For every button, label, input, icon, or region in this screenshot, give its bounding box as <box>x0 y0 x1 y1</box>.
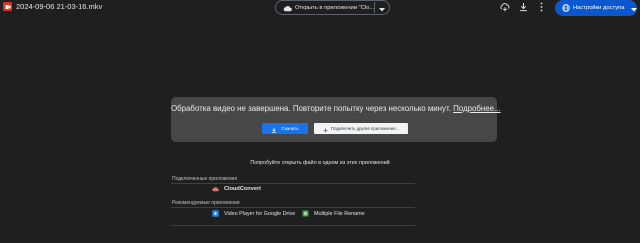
cloudconvert-icon <box>212 185 219 192</box>
app-name: CloudConvert <box>224 185 261 192</box>
connect-apps-button[interactable]: Подключить другие приложения... <box>314 123 408 134</box>
app-multiple-file-rename[interactable]: Multiple File Rename <box>302 210 365 217</box>
share-settings-button[interactable]: Настройки доступа <box>555 0 637 16</box>
app-name: Video Player for Google Drive <box>224 210 296 217</box>
video-file-icon <box>3 2 12 11</box>
download-icon <box>519 0 528 17</box>
app-name: Multiple File Rename <box>314 210 365 217</box>
multiple-file-rename-icon <box>302 210 309 217</box>
more-vert-icon <box>540 0 543 17</box>
file-title: 2024-09-06 21-03-16.mkv <box>3 2 102 11</box>
top-bar: 2024-09-06 21-03-16.mkv Открыть в прилож… <box>0 0 640 18</box>
open-with-button[interactable]: Открыть в приложении "Clo... <box>275 0 390 15</box>
plus-icon <box>323 120 328 138</box>
open-with-dropdown[interactable] <box>375 1 389 14</box>
connected-apps-label: Подключенные приложения <box>172 176 238 182</box>
app-cloudconvert[interactable]: CloudConvert <box>212 185 261 192</box>
open-with-main[interactable]: Открыть в приложении "Clo... <box>276 1 374 14</box>
divider <box>171 207 415 208</box>
download-icon <box>271 120 277 138</box>
error-message: Обработка видео не завершена. Повторите … <box>171 104 501 113</box>
chevron-down-icon <box>379 0 386 17</box>
chevron-down-icon <box>630 0 637 17</box>
globe-icon <box>562 0 570 17</box>
recommended-apps-label: Рекомендуемые приложения <box>172 200 240 206</box>
divider <box>171 183 415 184</box>
file-name: 2024-09-06 21-03-16.mkv <box>16 2 103 11</box>
try-open-heading: Попробуйте открыть файл в одном из этих … <box>250 160 390 166</box>
connect-apps-label: Подключить другие приложения... <box>330 126 399 131</box>
video-player-icon <box>212 210 219 217</box>
download-button[interactable] <box>518 3 528 13</box>
download-label: Скачать <box>281 126 299 131</box>
open-with-label: Открыть в приложении "Clo... <box>295 4 375 11</box>
app-video-player[interactable]: Video Player for Google Drive <box>212 210 295 217</box>
share-label: Настройки доступа <box>573 5 625 11</box>
download-file-button[interactable]: Скачать <box>262 123 308 134</box>
processing-error-card: Обработка видео не завершена. Повторите … <box>171 97 501 142</box>
add-shortcut-icon <box>500 0 510 17</box>
cloud-icon <box>283 0 292 17</box>
add-shortcut-button[interactable] <box>500 3 510 13</box>
divider <box>171 225 415 226</box>
more-options-button[interactable] <box>536 2 546 13</box>
error-text: Обработка видео не завершена. Повторите … <box>171 104 451 113</box>
more-info-link[interactable]: Подробнее... <box>453 104 501 113</box>
